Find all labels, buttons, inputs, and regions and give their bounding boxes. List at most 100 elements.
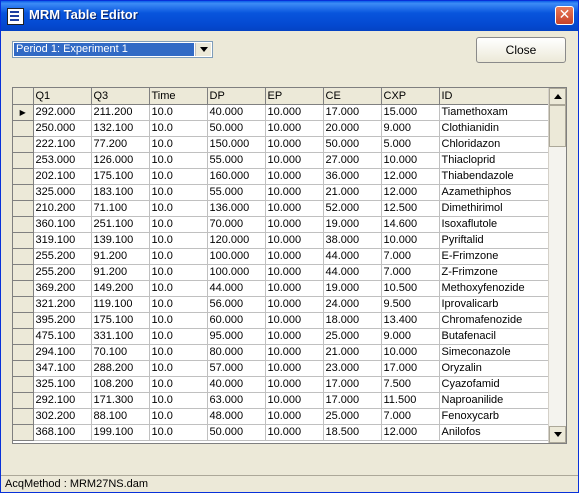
cell-q3[interactable]: 183.100	[91, 184, 150, 201]
cell-dp[interactable]: 70.000	[207, 216, 266, 233]
cell-time[interactable]: 10.0	[149, 200, 208, 217]
row-selector[interactable]	[13, 408, 34, 425]
cell-ce[interactable]: 24.000	[323, 296, 382, 313]
cell-ep[interactable]: 10.000	[265, 424, 324, 441]
column-header-dp[interactable]: DP	[207, 88, 266, 105]
cell-ce[interactable]: 20.000	[323, 120, 382, 137]
cell-cxp[interactable]: 13.400	[381, 312, 440, 329]
cell-time[interactable]: 10.0	[149, 184, 208, 201]
cell-dp[interactable]: 63.000	[207, 392, 266, 409]
cell-ce[interactable]: 52.000	[323, 200, 382, 217]
cell-ep[interactable]: 10.000	[265, 232, 324, 249]
cell-id[interactable]: E-Frimzone	[439, 248, 551, 265]
table-row[interactable]: 325.100 108.200 10.0 40.000 10.000 17.000 7.50…	[13, 376, 551, 393]
cell-id[interactable]: Chloridazon	[439, 136, 551, 153]
table-row[interactable]: 255.200 91.200 10.0 100.000 10.000 44.000 7.00…	[13, 248, 551, 265]
cell-dp[interactable]: 55.000	[207, 184, 266, 201]
cell-id[interactable]: Chromafenozide	[439, 312, 551, 329]
cell-cxp[interactable]: 11.500	[381, 392, 440, 409]
cell-ce[interactable]: 19.000	[323, 280, 382, 297]
cell-q3[interactable]: 331.100	[91, 328, 150, 345]
cell-cxp[interactable]: 12.000	[381, 424, 440, 441]
cell-ce[interactable]: 25.000	[323, 408, 382, 425]
cell-time[interactable]: 10.0	[149, 168, 208, 185]
cell-ce[interactable]: 21.000	[323, 184, 382, 201]
cell-cxp[interactable]: 12.000	[381, 168, 440, 185]
cell-time[interactable]: 10.0	[149, 152, 208, 169]
cell-q1[interactable]: 202.100	[33, 168, 92, 185]
cell-time[interactable]: 10.0	[149, 344, 208, 361]
cell-time[interactable]: 10.0	[149, 360, 208, 377]
table-row[interactable]: ▶ 292.000 211.200 10.0 40.000 10.000 17.000 15.…	[13, 104, 551, 121]
cell-ce[interactable]: 17.000	[323, 376, 382, 393]
cell-id[interactable]: Thiacloprid	[439, 152, 551, 169]
cell-dp[interactable]: 120.000	[207, 232, 266, 249]
cell-ep[interactable]: 10.000	[265, 184, 324, 201]
cell-ep[interactable]: 10.000	[265, 392, 324, 409]
table-row[interactable]: 368.100 199.100 10.0 50.000 10.000 18.500 12.0…	[13, 424, 551, 441]
cell-q1[interactable]: 250.000	[33, 120, 92, 137]
cell-q3[interactable]: 288.200	[91, 360, 150, 377]
cell-cxp[interactable]: 10.500	[381, 280, 440, 297]
cell-q1[interactable]: 319.100	[33, 232, 92, 249]
cell-q3[interactable]: 108.200	[91, 376, 150, 393]
cell-ce[interactable]: 50.000	[323, 136, 382, 153]
cell-id[interactable]: Clothianidin	[439, 120, 551, 137]
cell-ep[interactable]: 10.000	[265, 216, 324, 233]
row-selector[interactable]	[13, 280, 34, 297]
table-row[interactable]: 202.100 175.100 10.0 160.000 10.000 36.000 12.…	[13, 168, 551, 185]
row-selector[interactable]	[13, 168, 34, 185]
cell-q3[interactable]: 132.100	[91, 120, 150, 137]
cell-ce[interactable]: 44.000	[323, 264, 382, 281]
cell-time[interactable]: 10.0	[149, 424, 208, 441]
cell-cxp[interactable]: 9.000	[381, 120, 440, 137]
cell-ce[interactable]: 27.000	[323, 152, 382, 169]
row-selector[interactable]	[13, 200, 34, 217]
cell-dp[interactable]: 50.000	[207, 424, 266, 441]
cell-q3[interactable]: 199.100	[91, 424, 150, 441]
cell-ep[interactable]: 10.000	[265, 136, 324, 153]
cell-cxp[interactable]: 12.000	[381, 184, 440, 201]
cell-dp[interactable]: 100.000	[207, 264, 266, 281]
arrow-up-icon[interactable]	[549, 88, 566, 105]
cell-cxp[interactable]: 9.000	[381, 328, 440, 345]
cell-dp[interactable]: 160.000	[207, 168, 266, 185]
cell-q3[interactable]: 149.200	[91, 280, 150, 297]
column-header-q1[interactable]: Q1	[33, 88, 92, 105]
cell-q3[interactable]: 251.100	[91, 216, 150, 233]
cell-dp[interactable]: 56.000	[207, 296, 266, 313]
cell-dp[interactable]: 44.000	[207, 280, 266, 297]
cell-id[interactable]: Z-Frimzone	[439, 264, 551, 281]
cell-dp[interactable]: 80.000	[207, 344, 266, 361]
table-row[interactable]: 210.200 71.100 10.0 136.000 10.000 52.000 12.5…	[13, 200, 551, 217]
arrow-down-icon[interactable]	[549, 426, 566, 443]
cell-q3[interactable]: 139.100	[91, 232, 150, 249]
column-header-ce[interactable]: CE	[323, 88, 382, 105]
cell-ce[interactable]: 17.000	[323, 392, 382, 409]
column-header-cxp[interactable]: CXP	[381, 88, 440, 105]
cell-dp[interactable]: 100.000	[207, 248, 266, 265]
cell-time[interactable]: 10.0	[149, 232, 208, 249]
window-close-button[interactable]: ✕	[555, 6, 574, 25]
row-selector[interactable]	[13, 360, 34, 377]
cell-ce[interactable]: 36.000	[323, 168, 382, 185]
cell-cxp[interactable]: 15.000	[381, 104, 440, 121]
cell-dp[interactable]: 150.000	[207, 136, 266, 153]
cell-id[interactable]: Butafenacil	[439, 328, 551, 345]
cell-ep[interactable]: 10.000	[265, 104, 324, 121]
cell-id[interactable]: Iprovalicarb	[439, 296, 551, 313]
cell-time[interactable]: 10.0	[149, 264, 208, 281]
cell-id[interactable]: Thiabendazole	[439, 168, 551, 185]
row-selector[interactable]	[13, 248, 34, 265]
cell-id[interactable]: Azamethiphos	[439, 184, 551, 201]
cell-q1[interactable]: 368.100	[33, 424, 92, 441]
cell-q1[interactable]: 321.200	[33, 296, 92, 313]
cell-ce[interactable]: 19.000	[323, 216, 382, 233]
cell-time[interactable]: 10.0	[149, 328, 208, 345]
cell-ep[interactable]: 10.000	[265, 344, 324, 361]
cell-q1[interactable]: 292.000	[33, 104, 92, 121]
cell-ep[interactable]: 10.000	[265, 152, 324, 169]
cell-q1[interactable]: 369.200	[33, 280, 92, 297]
cell-id[interactable]: Simeconazole	[439, 344, 551, 361]
cell-ce[interactable]: 25.000	[323, 328, 382, 345]
